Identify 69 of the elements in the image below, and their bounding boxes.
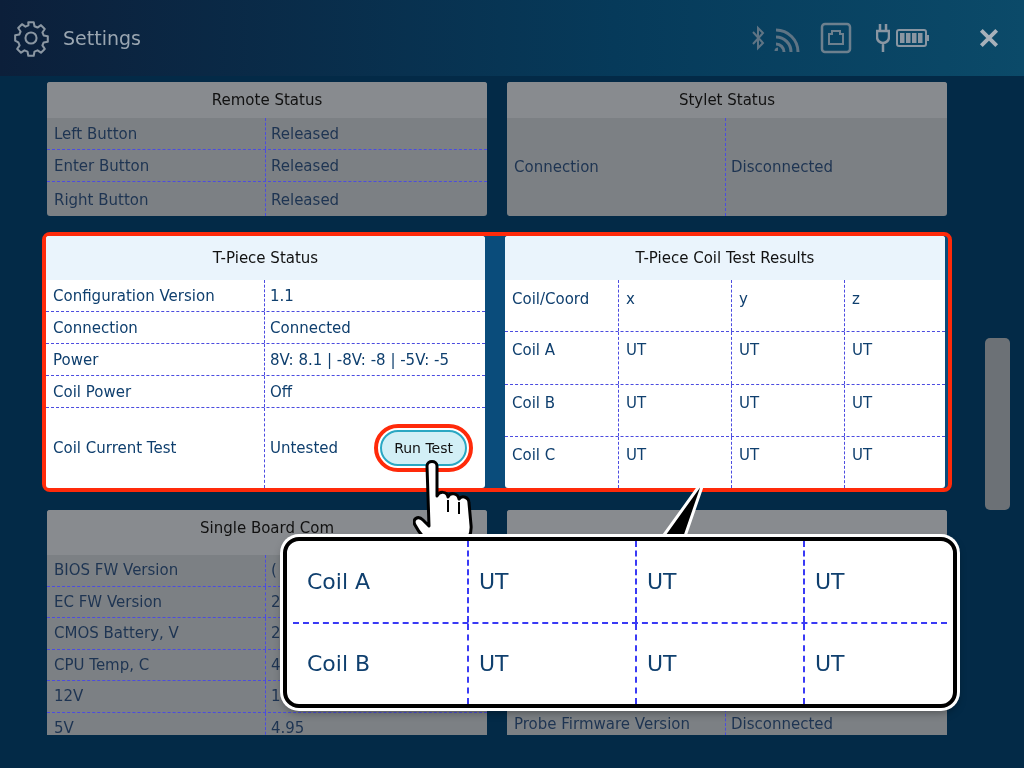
table-cell: x <box>626 290 635 308</box>
row-label: Configuration Version <box>53 286 215 305</box>
card-title: Stylet Status <box>678 91 776 109</box>
card-title: Remote Status <box>211 91 323 109</box>
bluetooth-icon <box>750 24 766 52</box>
ethernet-port-icon <box>820 22 852 54</box>
card-title: T-Piece Coil Test Results <box>635 249 815 267</box>
table-cell: UT <box>852 445 873 464</box>
row-label: BIOS FW Version <box>54 561 179 580</box>
row-value: Connected <box>270 318 351 337</box>
table-cell: UT <box>626 341 647 360</box>
card-title: T-Piece Status <box>212 249 319 267</box>
row-label: Coil Current Test <box>53 439 177 457</box>
table-cell: UT <box>479 651 509 677</box>
row-label: Coil Power <box>53 382 132 401</box>
row-label: CPU Temp, C <box>54 655 150 674</box>
scrollbar-thumb[interactable] <box>985 338 1010 510</box>
row-label: Enter Button <box>54 156 150 175</box>
row-value: 4 <box>271 655 281 674</box>
table-cell: UT <box>739 445 760 464</box>
row-value: Released <box>271 191 340 209</box>
power-plug-icon <box>876 23 890 53</box>
table-cell: z <box>852 290 860 308</box>
table-cell: UT <box>739 341 760 360</box>
table-cell: Coil C <box>512 445 556 464</box>
row-value: 1 <box>271 687 281 706</box>
table-cell: Coil B <box>307 651 371 677</box>
row-label: Power <box>53 350 99 369</box>
table-cell: UT <box>647 651 677 677</box>
close-icon[interactable] <box>978 27 1000 49</box>
row-value: Disconnected <box>731 715 834 734</box>
row-value: Off <box>270 382 293 401</box>
row-label: Left Button <box>54 124 138 143</box>
row-label: EC FW Version <box>54 592 163 611</box>
table-cell: Coil/Coord <box>512 290 590 308</box>
row-label: Probe Firmware Version <box>514 715 690 734</box>
window-title: Settings <box>63 27 141 49</box>
table-cell: y <box>739 290 748 308</box>
row-value: 8V: 8.1 | -8V: -8 | -5V: -5 <box>270 350 449 369</box>
table-cell: UT <box>815 651 845 677</box>
table-cell: UT <box>626 393 647 412</box>
row-label: Connection <box>514 158 599 176</box>
card-title: Single Board Com <box>200 518 334 537</box>
table-cell: UT <box>479 568 509 594</box>
table-cell: Coil A <box>512 341 555 360</box>
row-value: 4.95 <box>271 719 305 735</box>
table-cell: UT <box>647 568 677 594</box>
table-cell: UT <box>626 445 647 464</box>
row-value: ( <box>271 561 277 580</box>
battery-icon <box>896 29 930 47</box>
row-value: Released <box>271 124 340 143</box>
table-cell: UT <box>815 568 845 594</box>
row-value: Disconnected <box>731 158 834 176</box>
table-cell: Coil B <box>512 393 556 412</box>
row-label: 12V <box>54 687 84 706</box>
table-cell: UT <box>852 393 873 412</box>
row-label: CMOS Battery, V <box>54 624 179 643</box>
table-cell: Coil A <box>307 568 371 594</box>
row-value: Released <box>271 156 340 175</box>
row-value: 2 <box>271 592 281 611</box>
row-value: 1.1 <box>270 286 294 305</box>
row-value: 2 <box>271 624 281 643</box>
settings-icon[interactable] <box>12 19 50 57</box>
row-label: Connection <box>53 318 138 337</box>
row-label: 5V <box>54 719 74 735</box>
table-cell: UT <box>739 393 760 412</box>
table-cell: UT <box>852 341 873 360</box>
row-label: Right Button <box>54 191 149 209</box>
row-value: Untested <box>270 439 339 457</box>
